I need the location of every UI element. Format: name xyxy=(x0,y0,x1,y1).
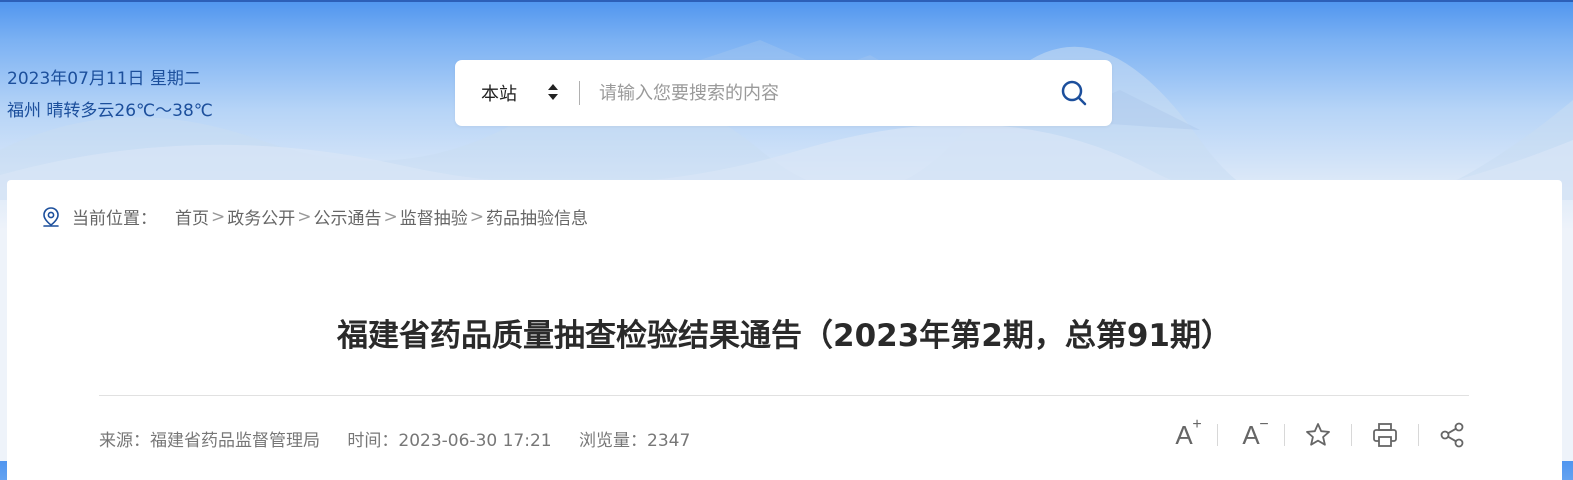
search-divider xyxy=(579,81,580,105)
article-meta: 来源：福建省药品监督管理局 时间：2023-06-30 17:21 浏览量：23… xyxy=(99,426,712,451)
weekday: 星期二 xyxy=(149,69,201,89)
breadcrumb: 当前位置： 首页 > 政务公开 > 公示通告 > 监督抽验 > 药品抽验信息 xyxy=(40,204,588,229)
search-scope-select[interactable]: 本站 xyxy=(481,80,517,106)
weather: 晴转多云26℃～38℃ xyxy=(46,101,213,121)
search-bar: 本站 xyxy=(455,60,1112,126)
date-weather: 2023年07月11日 星期二 福州 晴转多云26℃～38℃ xyxy=(7,63,213,127)
location-pin-icon xyxy=(43,206,59,227)
font-decrease-icon: A xyxy=(1242,419,1260,450)
font-increase-button[interactable]: A + xyxy=(1169,416,1201,450)
article-time: 时间：2023-06-30 17:21 xyxy=(347,431,552,451)
breadcrumb-gov-open[interactable]: 政务公开 xyxy=(227,204,295,229)
toolbar-separator xyxy=(1217,424,1218,446)
breadcrumb-inspection[interactable]: 监督抽验 xyxy=(400,204,468,229)
toolbar-separator xyxy=(1418,424,1419,446)
breadcrumb-home[interactable]: 首页 xyxy=(175,204,209,229)
share-icon xyxy=(1440,422,1464,448)
article-views: 浏览量：2347 xyxy=(579,431,691,451)
article-source: 来源：福建省药品监督管理局 xyxy=(99,431,320,451)
city: 福州 xyxy=(7,101,41,121)
breadcrumb-label: 当前位置： xyxy=(72,209,157,229)
print-button[interactable] xyxy=(1370,420,1400,450)
breadcrumb-separator: > xyxy=(211,206,226,227)
search-input[interactable] xyxy=(599,76,1039,110)
favorite-button[interactable] xyxy=(1303,420,1333,450)
article-card: 当前位置： 首页 > 政务公开 > 公示通告 > 监督抽验 > 药品抽验信息 福建省药品… xyxy=(7,180,1562,480)
star-icon xyxy=(1306,423,1330,446)
breadcrumb-separator: > xyxy=(383,206,398,227)
font-decrease-button[interactable]: A − xyxy=(1236,416,1268,450)
sort-arrows-icon[interactable] xyxy=(547,82,559,102)
toolbar-separator xyxy=(1284,424,1285,446)
article-toolbar: A + A − xyxy=(1169,416,1467,450)
article-title: 福建省药品质量抽查检验结果通告（2023年第2期，总第91期） xyxy=(337,318,1232,354)
breadcrumb-separator: > xyxy=(297,206,312,227)
search-icon[interactable] xyxy=(1059,78,1089,108)
breadcrumb-notices[interactable]: 公示通告 xyxy=(314,204,382,229)
title-divider xyxy=(99,395,1469,396)
printer-icon xyxy=(1373,423,1397,447)
current-date: 2023年07月11日 xyxy=(7,69,145,89)
breadcrumb-drug-inspection[interactable]: 药品抽验信息 xyxy=(486,204,588,229)
toolbar-separator xyxy=(1351,424,1352,446)
font-increase-icon: A xyxy=(1175,419,1193,450)
breadcrumb-separator: > xyxy=(469,206,484,227)
share-button[interactable] xyxy=(1437,420,1467,450)
